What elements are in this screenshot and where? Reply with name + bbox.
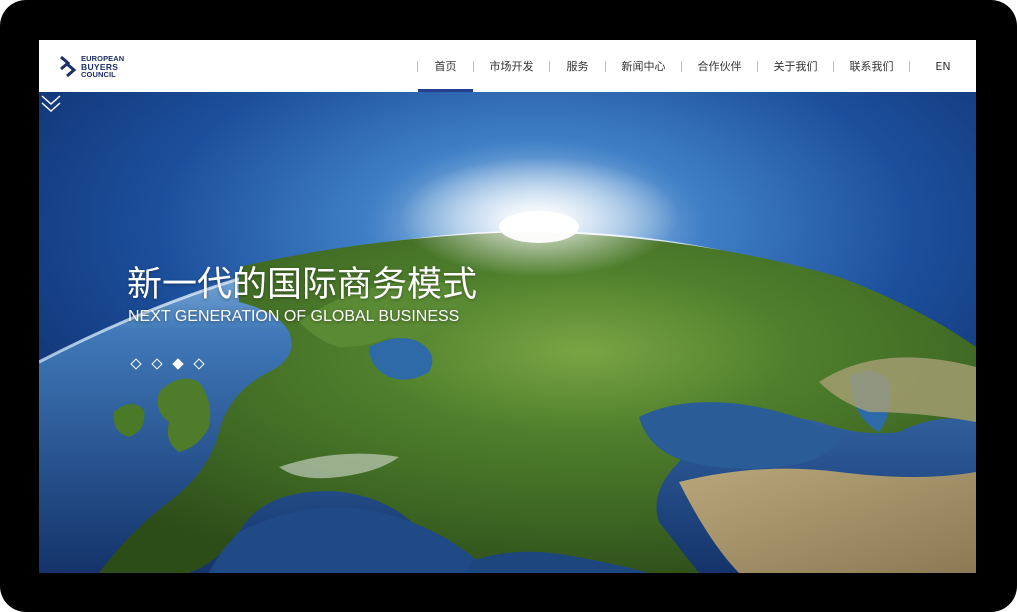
- nav-item-home[interactable]: 首页: [418, 40, 473, 92]
- hero-title: 新一代的国际商务模式: [127, 265, 478, 305]
- nav-item-language-en[interactable]: EN: [910, 40, 976, 92]
- nav-item-services[interactable]: 服务: [550, 40, 605, 92]
- browser-viewport: EUROPEAN BUYERS COUNCIL 首页 市场开发 服务 新闻中心 …: [39, 40, 976, 573]
- main-nav: 首页 市场开发 服务 新闻中心 合作伙伴 关于我们 联系我们 EN: [417, 40, 976, 92]
- double-chevron-down-icon[interactable]: [39, 92, 63, 116]
- logo-line-3: COUNCIL: [81, 70, 116, 79]
- device-frame: EUROPEAN BUYERS COUNCIL 首页 市场开发 服务 新闻中心 …: [0, 0, 1017, 612]
- slide-dot-1[interactable]: [130, 358, 142, 370]
- hero-subtitle: NEXT GENERATION OF GLOBAL BUSINESS: [128, 308, 460, 325]
- nav-item-contact-us[interactable]: 联系我们: [834, 40, 909, 92]
- slide-dot-3[interactable]: [172, 358, 184, 370]
- slide-dot-4[interactable]: [193, 358, 205, 370]
- site-header: EUROPEAN BUYERS COUNCIL 首页 市场开发 服务 新闻中心 …: [39, 40, 976, 92]
- hero-banner: 新一代的国际商务模式 NEXT GENERATION OF GLOBAL BUS…: [39, 92, 976, 573]
- slider-pagination: [130, 358, 205, 370]
- site-logo[interactable]: EUROPEAN BUYERS COUNCIL: [59, 53, 124, 81]
- slide-dot-2[interactable]: [151, 358, 163, 370]
- nav-item-partners[interactable]: 合作伙伴: [682, 40, 757, 92]
- nav-item-about-us[interactable]: 关于我们: [758, 40, 833, 92]
- nav-item-market-development[interactable]: 市场开发: [474, 40, 549, 92]
- double-chevron-logo-icon: [60, 55, 77, 78]
- logo-wordmark: EUROPEAN BUYERS COUNCIL: [81, 55, 124, 79]
- nav-item-news-center[interactable]: 新闻中心: [606, 40, 681, 92]
- earth-from-space-image: [39, 92, 976, 573]
